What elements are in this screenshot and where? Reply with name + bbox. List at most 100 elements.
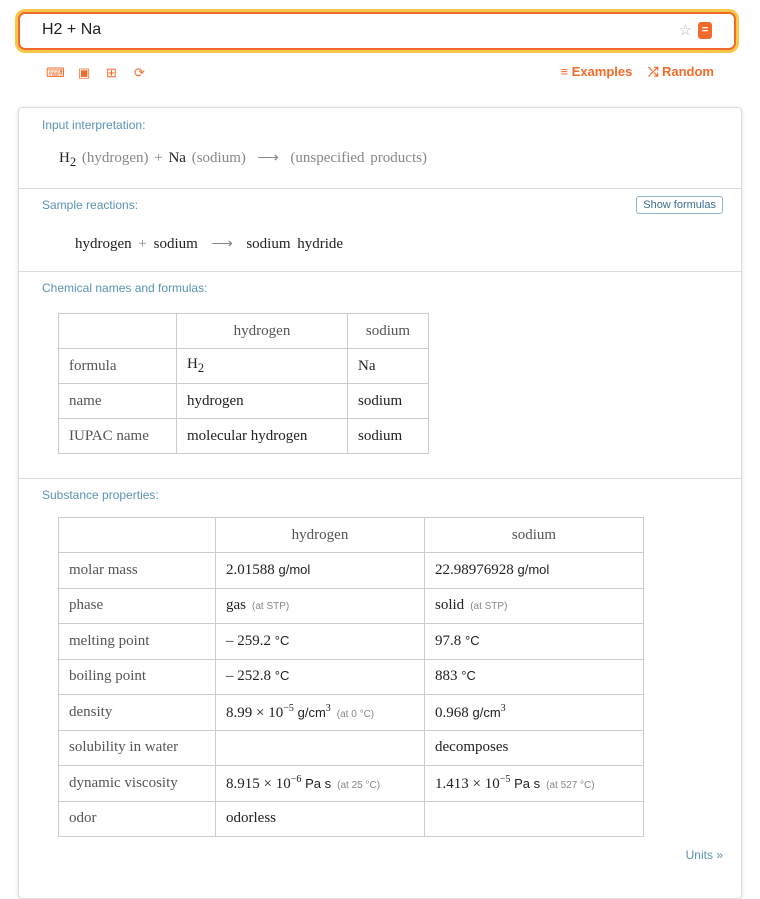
row-label: formula [58,348,177,384]
keyboard-icon[interactable]: ⌨ [46,65,65,81]
value: 97.8 [435,632,462,649]
reactant: sodium [153,236,198,252]
cell: 8.99 × 10−5 g/cm3 (at 0 °C) [215,694,425,731]
products: (unspecified products) [290,150,427,166]
cell: 8.915 × 10−6 Pa s (at 25 °C) [215,765,425,802]
row-label: boiling point [58,658,216,695]
table-row: name hydrogen sodium [58,383,429,419]
cell: 883 °C [424,658,644,695]
plus: + [138,236,147,252]
cell: – 259.2 °C [215,623,425,660]
interpretation: H2 (hydrogen) + Na (sodium) ⟶ (unspecifi… [59,148,427,170]
cell: Na [347,348,429,384]
formula: Na [168,150,186,166]
cell: gas (at STP) [215,587,425,624]
name: (hydrogen) [81,150,149,166]
cell [424,800,644,837]
cell: 97.8 °C [424,623,644,660]
note: (at STP) [470,601,508,613]
unit: °C [465,632,480,648]
arrow: ⟶ [211,236,233,252]
formula: H [187,356,198,372]
pod-title: Input interpretation: [42,118,146,132]
camera-icon[interactable]: ▣ [78,65,90,81]
cell: 1.413 × 10−5 Pa s (at 527 °C) [424,765,644,802]
unit: Pa s [514,775,541,791]
value: 8.915 × 10 [226,775,291,792]
value: 8.99 × 10 [226,704,284,721]
chemical-names-table: hydrogen sodium formula H2 Na name hydrogen s… [58,313,429,454]
cell: decomposes [424,729,644,766]
cell: 22.98976928 g/mol [424,552,644,589]
row-label: phase [58,587,216,624]
product: sodium hydride [246,236,344,252]
units-link[interactable]: Units » [686,848,723,862]
value: – 259.2 [226,632,271,649]
header-cell: sodium [424,517,644,553]
note: (at STP) [252,601,290,613]
name: (sodium) [191,150,246,166]
row-label: odor [58,800,216,837]
value: – 252.8 [226,668,271,685]
value: 2.01588 [226,561,275,578]
table-row: boiling point – 252.8 °C 883 °C [58,658,644,695]
exponent: −5 [283,702,294,714]
show-formulas-button[interactable]: Show formulas [636,196,723,214]
unit-exponent: 3 [325,702,331,714]
pod-title: Substance properties: [42,488,159,502]
subscript: 2 [197,361,205,375]
cell: – 252.8 °C [215,658,425,695]
equals-button[interactable]: = [698,22,712,39]
cell: molecular hydrogen [176,418,348,454]
note: (at 25 °C) [337,779,381,791]
table-row: solubility in water decomposes [58,729,644,766]
unit-exponent: 3 [500,702,506,714]
search-input[interactable] [40,20,644,40]
plus: + [154,150,163,166]
unit: g/cm [472,704,501,720]
upload-icon[interactable]: ⟳ [134,65,145,81]
empty-cell [58,313,177,349]
subscript: 2 [69,155,77,169]
grid-icon[interactable]: ⊞ [106,65,117,81]
value: 0.968 [435,704,469,721]
random-link[interactable]: ⤮ Random [648,64,714,79]
header-cell: sodium [347,313,429,349]
exponent: −5 [499,773,511,785]
table-row: dynamic viscosity 8.915 × 10−6 Pa s (at 25… [58,765,644,802]
search-box[interactable]: ☆ = [18,12,736,50]
cell: solid (at STP) [424,587,644,624]
pod-title: Chemical names and formulas: [42,281,208,295]
cell [215,729,425,766]
row-label: IUPAC name [58,418,177,454]
header-cell: hydrogen [215,517,425,553]
arrow: ⟶ [257,150,279,166]
star-icon[interactable]: ☆ [679,21,692,39]
pod-title: Sample reactions: [42,198,139,212]
row-label: density [58,694,216,731]
cell: H2 [176,348,348,384]
formula: H [59,150,70,166]
cell: 2.01588 g/mol [215,552,425,589]
value: decomposes [435,739,509,756]
value: 883 [435,668,458,685]
value: solid [435,597,465,614]
table-row: phase gas (at STP) solid (at STP) [58,587,644,624]
note: (at 0 °C) [336,708,375,720]
chemical-names-pod: Chemical names and formulas: hydrogen sod… [19,271,741,479]
cell: 0.968 g/cm3 [424,694,644,731]
sample-reactions-pod: Sample reactions: Show formulas hydrogen… [19,188,741,272]
unit: °C [461,668,476,684]
row-label: molar mass [58,552,216,589]
exponent: −6 [290,773,302,785]
cell: sodium [347,383,429,419]
table-row: IUPAC name molecular hydrogen sodium [58,418,429,454]
row-label: melting point [58,623,216,660]
unit: g/mol [278,561,311,577]
value: gas [226,597,246,614]
value: 22.98976928 [435,561,514,578]
examples-link[interactable]: ≡ Examples [560,64,632,79]
empty-cell [58,517,216,553]
unit: °C [274,632,290,648]
table-row: formula H2 Na [58,348,429,384]
